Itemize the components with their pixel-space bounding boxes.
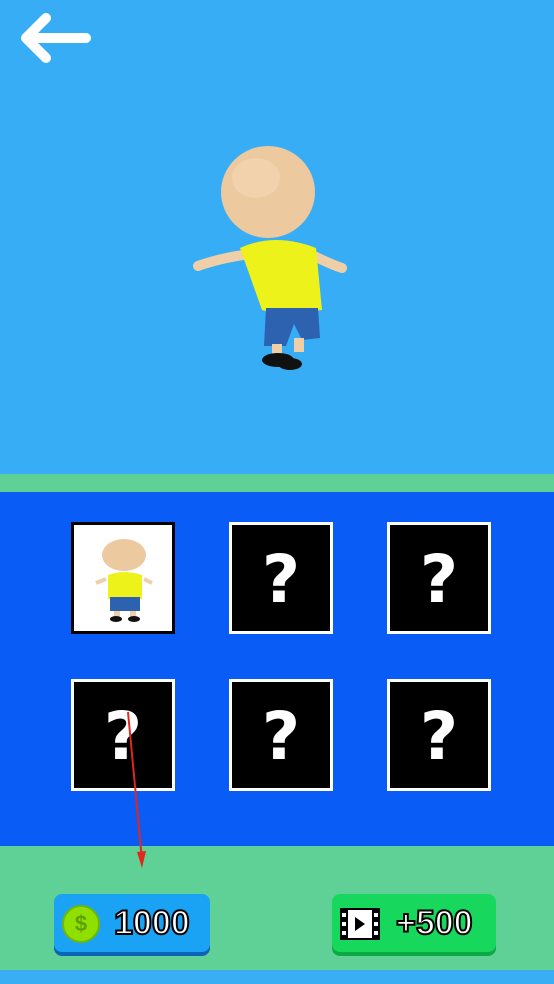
locked-question-icon: ? xyxy=(261,698,301,775)
character-thumbnail xyxy=(74,525,172,631)
skin-slot-5[interactable]: ? xyxy=(229,679,333,791)
character-model xyxy=(193,146,347,370)
watch-ad-button[interactable]: +500 xyxy=(332,894,496,952)
skin-slot-1[interactable] xyxy=(71,522,175,634)
coin-icon: $ xyxy=(62,905,100,943)
footer-edge xyxy=(0,970,554,984)
locked-question-icon: ? xyxy=(261,541,301,618)
coin-counter[interactable]: $ 1000 xyxy=(54,894,210,952)
skin-slot-3[interactable]: ? xyxy=(387,522,491,634)
skin-slot-6[interactable]: ? xyxy=(387,679,491,791)
video-icon xyxy=(340,908,380,940)
ad-reward-value: +500 xyxy=(395,903,474,943)
locked-question-icon: ? xyxy=(103,698,143,775)
skin-slot-4[interactable]: ? xyxy=(71,679,175,791)
locked-question-icon: ? xyxy=(419,541,459,618)
divider-strip xyxy=(0,474,554,492)
back-arrow-icon[interactable] xyxy=(18,10,96,66)
coin-value: 1000 xyxy=(113,903,191,943)
locked-question-icon: ? xyxy=(419,698,459,775)
skin-slot-2[interactable]: ? xyxy=(229,522,333,634)
